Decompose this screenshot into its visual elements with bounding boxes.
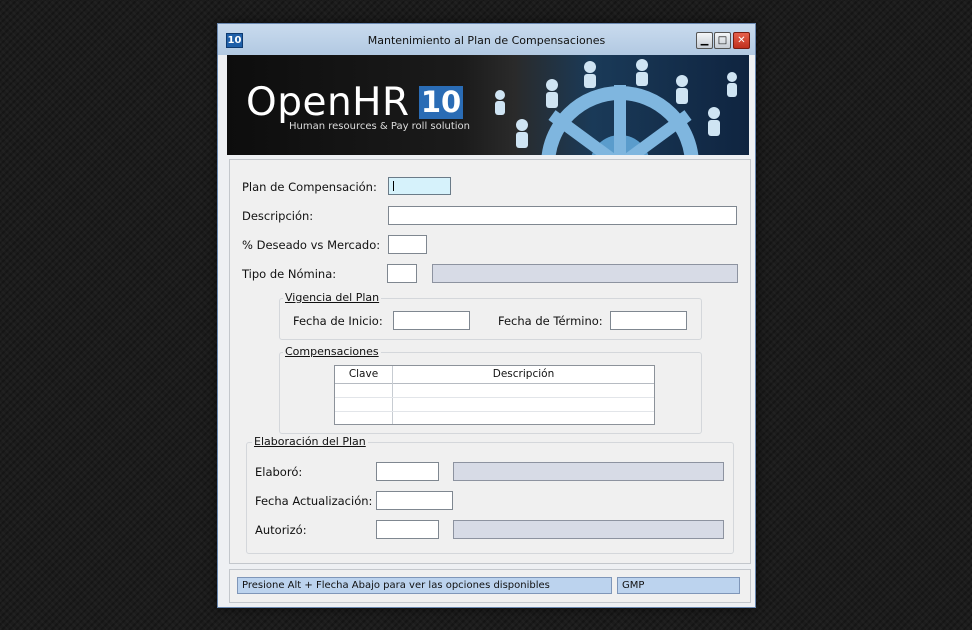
column-header-descripcion[interactable]: Descripción — [393, 366, 654, 383]
fecha-termino-field[interactable] — [610, 311, 687, 330]
autorizo-code-field[interactable] — [376, 520, 439, 539]
row-divider — [335, 411, 654, 412]
elaboro-label: Elaboró: — [255, 465, 303, 479]
text-caret — [393, 181, 394, 191]
fecha-actualizacion-label: Fecha Actualización: — [255, 494, 373, 508]
minimize-button[interactable]: ▁ — [696, 32, 713, 49]
column-header-clave[interactable]: Clave — [335, 366, 392, 383]
nomina-description-field — [432, 264, 738, 283]
logo-version-badge: 10 — [419, 85, 463, 119]
fecha-inicio-field[interactable] — [393, 311, 470, 330]
fecha-actualizacion-field[interactable] — [376, 491, 453, 510]
column-divider — [392, 366, 393, 424]
title-bar[interactable]: 10 Mantenimiento al Plan de Compensacion… — [218, 24, 755, 55]
status-hint: Presione Alt + Flecha Abajo para ver las… — [237, 577, 612, 594]
vigencia-title: Vigencia del Plan — [283, 291, 382, 304]
app-window: 10 Mantenimiento al Plan de Compensacion… — [217, 23, 756, 608]
fecha-termino-label: Fecha de Término: — [498, 314, 603, 328]
row-divider — [335, 397, 654, 398]
deseado-field[interactable] — [388, 235, 427, 254]
status-company: GMP — [617, 577, 740, 594]
plan-label: Plan de Compensación: — [242, 180, 377, 194]
elaboro-name-field — [453, 462, 724, 481]
nomina-label: Tipo de Nómina: — [242, 267, 337, 281]
descripcion-label: Descripción: — [242, 209, 314, 223]
close-button[interactable]: ✕ — [733, 32, 750, 49]
form-panel: Plan de Compensación: Descripción: % Des… — [229, 159, 751, 564]
brand-banner: OpenHR 10 Human resources & Pay roll sol… — [227, 55, 749, 155]
compensaciones-table[interactable]: Clave Descripción — [334, 365, 655, 425]
window-title: Mantenimiento al Plan de Compensaciones — [367, 34, 606, 47]
autorizo-label: Autorizó: — [255, 523, 307, 537]
elaboro-code-field[interactable] — [376, 462, 439, 481]
compensaciones-title: Compensaciones — [283, 345, 381, 358]
maximize-button[interactable]: □ — [714, 32, 731, 49]
deseado-label: % Deseado vs Mercado: — [242, 238, 381, 252]
logo-tagline: Human resources & Pay roll solution — [289, 121, 471, 132]
nomina-code-field[interactable] — [387, 264, 417, 283]
autorizo-name-field — [453, 520, 724, 539]
status-bar: Presione Alt + Flecha Abajo para ver las… — [229, 569, 751, 603]
people-wheel-graphic — [495, 59, 737, 155]
logo-text: OpenHR — [246, 80, 410, 125]
elaboracion-title: Elaboración del Plan — [252, 435, 368, 448]
descripcion-field[interactable] — [388, 206, 737, 225]
fecha-inicio-label: Fecha de Inicio: — [293, 314, 383, 328]
table-header: Clave Descripción — [335, 366, 654, 384]
plan-field[interactable] — [388, 177, 451, 195]
